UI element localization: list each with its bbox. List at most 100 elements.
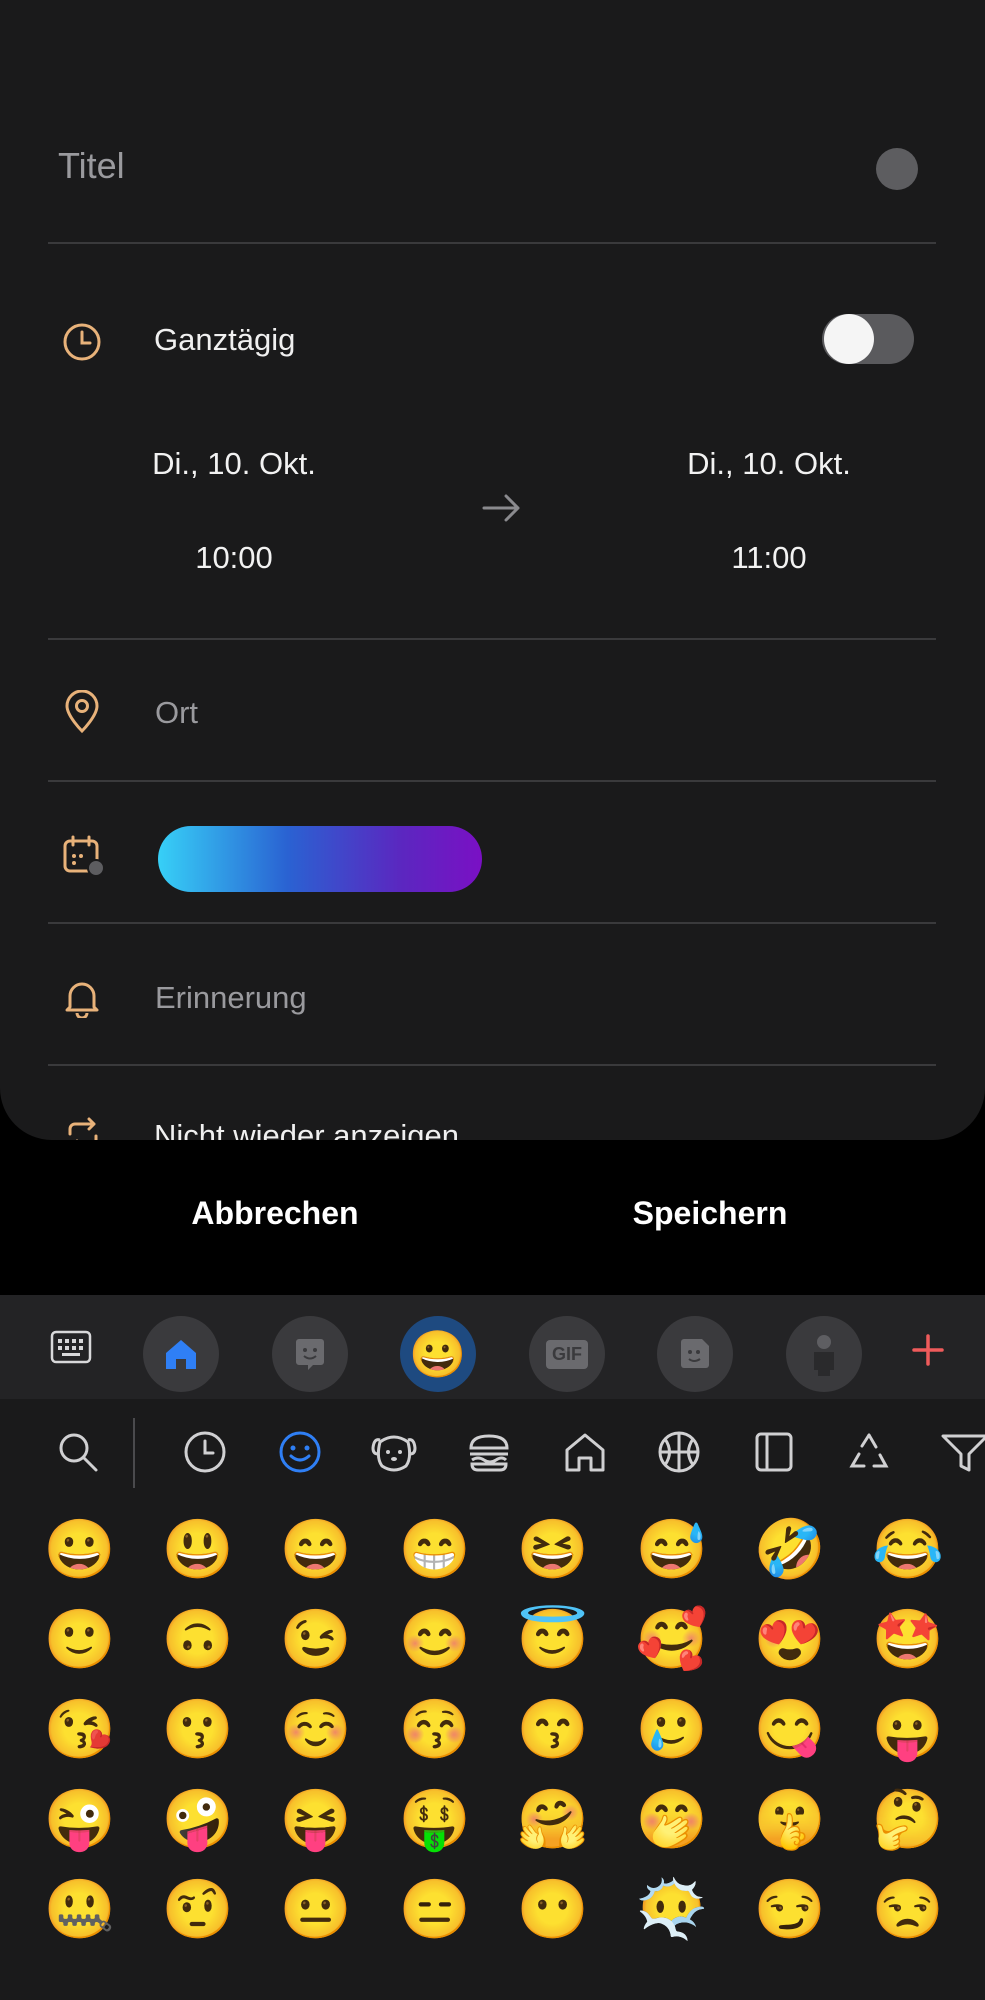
all-day-toggle[interactable] [822,314,914,364]
food-icon [469,1434,509,1472]
category-smileys[interactable] [272,1424,328,1480]
start-time[interactable]: 10:00 [84,540,384,576]
divider [48,780,936,782]
emoji-key[interactable]: 🤐 [40,1870,120,1950]
category-recent[interactable] [177,1424,233,1480]
sticker-button[interactable] [272,1316,348,1392]
emoji-key[interactable]: 😇 [513,1600,593,1680]
emoji-key[interactable]: 😉 [276,1600,356,1680]
emoji-key[interactable]: 😂 [868,1510,948,1590]
plus-icon[interactable] [910,1332,946,1368]
emoji-button[interactable]: 😀 [400,1316,476,1392]
emoji-key[interactable]: 😆 [513,1510,593,1590]
emoji-key[interactable]: 🤩 [868,1600,948,1680]
avatar-icon [814,1335,834,1376]
emoji-key[interactable]: 😅 [632,1510,712,1590]
emoji-key[interactable]: 🤪 [158,1780,238,1860]
emoji-key[interactable]: 🤗 [513,1780,593,1860]
sticker-icon [296,1339,324,1370]
category-objects[interactable] [746,1424,802,1480]
gif-button[interactable]: GIF [529,1316,605,1392]
symbols-icon [849,1433,889,1468]
repeat-icon [68,1117,98,1140]
emoji-key[interactable]: 😙 [513,1690,593,1770]
emoji-key[interactable]: 😛 [868,1690,948,1770]
keyboard-icon[interactable] [50,1330,92,1364]
home-icon [166,1340,196,1369]
emoji-key[interactable]: 😊 [395,1600,475,1680]
emoji-keyboard [0,1399,985,2000]
emoji-key[interactable]: 😋 [750,1690,830,1770]
category-flags[interactable] [937,1424,985,1480]
calendar-icon [63,835,105,877]
emoji-key[interactable]: 🤔 [868,1780,948,1860]
divider [48,638,936,640]
emoji-key[interactable]: 😚 [395,1690,475,1770]
cancel-button[interactable]: Abbrechen [125,1195,425,1232]
category-animals[interactable] [366,1424,422,1480]
emoji-key[interactable]: 😏 [750,1870,830,1950]
emoji-key[interactable]: 😜 [40,1780,120,1860]
divider [48,922,936,924]
emoji-key[interactable]: 🤑 [395,1780,475,1860]
gif-icon: GIF [546,1339,588,1369]
title-input[interactable]: Titel [58,145,125,187]
start-date[interactable]: Di., 10. Okt. [84,446,384,482]
avatar-button[interactable] [786,1316,862,1392]
location-input[interactable]: Ort [155,695,198,731]
divider [48,1064,936,1066]
clock-icon [63,323,101,361]
emoji-key[interactable]: 😒 [868,1870,948,1950]
emoji-key[interactable]: 🤫 [750,1780,830,1860]
emoji-key[interactable]: 😁 [395,1510,475,1590]
end-time[interactable]: 11:00 [619,540,919,576]
category-activity[interactable] [651,1424,707,1480]
emoji-key[interactable]: 🥲 [632,1690,712,1770]
emoji-key[interactable]: ☺️ [276,1690,356,1770]
location-pin-icon [65,690,99,734]
arrow-right-icon [482,494,520,522]
toggle-knob [824,314,874,364]
emoji-key[interactable]: 😃 [158,1510,238,1590]
emoji-search-button[interactable] [50,1424,106,1480]
category-food[interactable] [461,1424,517,1480]
emoji-key[interactable]: 😀 [40,1510,120,1590]
all-day-label: Ganztägig [154,322,296,357]
category-separator [133,1418,135,1488]
emoji-key[interactable]: 😗 [158,1690,238,1770]
event-color-picker[interactable] [876,148,918,190]
emoji-key[interactable]: 😘 [40,1690,120,1770]
emoji-key[interactable]: 🙃 [158,1600,238,1680]
calendar-selector[interactable] [158,826,482,892]
search-icon [59,1433,98,1472]
emoji-key[interactable]: 🤣 [750,1510,830,1590]
category-symbols[interactable] [841,1424,897,1480]
divider [48,242,936,244]
emoji-key[interactable]: 🤨 [158,1870,238,1950]
objects-icon [755,1432,793,1472]
bitmoji-icon [681,1339,709,1368]
emoji-key[interactable]: 😶 [513,1870,593,1950]
bell-icon [65,982,99,1018]
emoji-key[interactable]: 😄 [276,1510,356,1590]
emoji-key[interactable]: 😝 [276,1780,356,1860]
emoji-key[interactable]: 🤭 [632,1780,712,1860]
category-places[interactable] [557,1424,613,1480]
home-button[interactable] [143,1316,219,1392]
emoji-key[interactable]: 😑 [395,1870,475,1950]
event-editor-sheet: Titel Ganztägig Di., 10. Okt. 10:00 Di.,… [0,0,985,1140]
reminder-input[interactable]: Erinnerung [155,980,307,1016]
save-button[interactable]: Speichern [560,1195,860,1232]
repeat-label[interactable]: Nicht wieder anzeigen [154,1118,459,1140]
animals-icon [371,1435,417,1472]
recent-icon [184,1431,226,1473]
places-icon [565,1433,605,1472]
emoji-key[interactable]: 😐 [276,1870,356,1950]
emoji-key[interactable]: 😶‍🌫️ [632,1870,712,1950]
bitmoji-button[interactable] [657,1316,733,1392]
emoji-key[interactable]: 🙂 [40,1600,120,1680]
emoji-key[interactable]: 🥰 [632,1600,712,1680]
emoji-key[interactable]: 😍 [750,1600,830,1680]
end-date[interactable]: Di., 10. Okt. [619,446,919,482]
activity-icon [658,1431,700,1473]
